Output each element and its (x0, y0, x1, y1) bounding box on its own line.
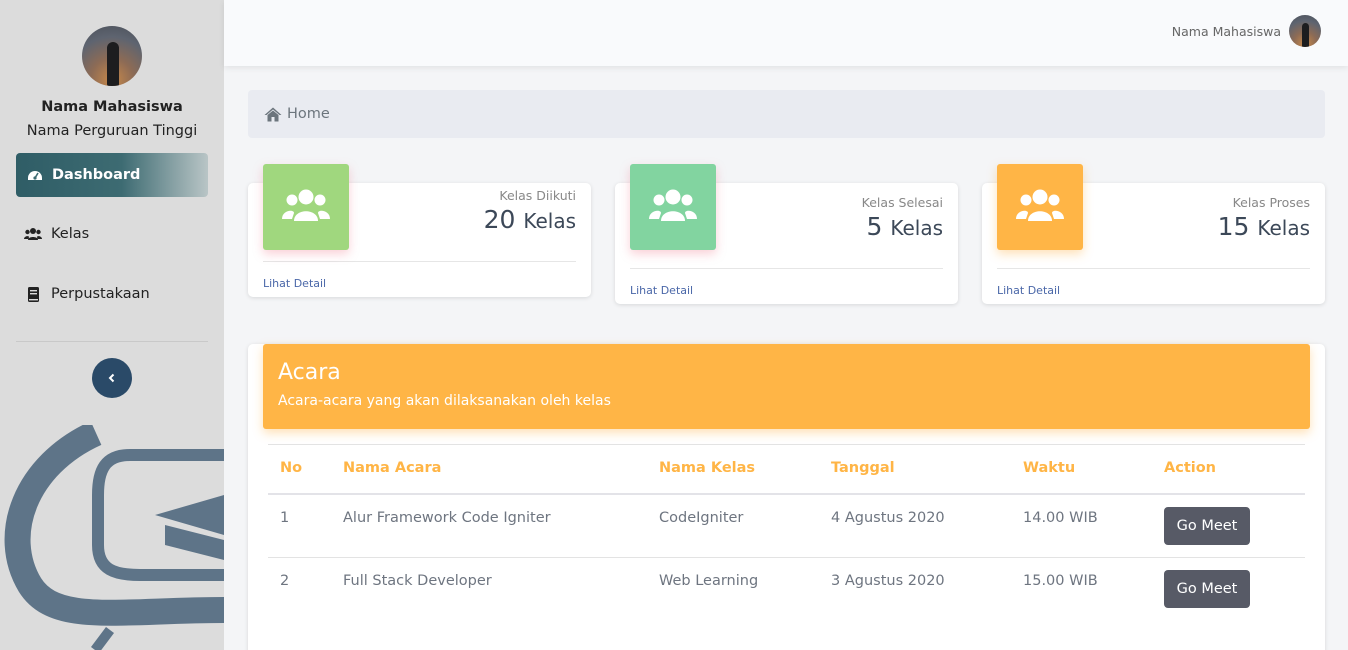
stat-unit: Kelas (523, 209, 576, 233)
sidebar-university: Nama Perguruan Tinggi (26, 123, 198, 139)
cell-no: 2 (280, 573, 290, 589)
topbar-user-name: Nama Mahasiswa (1171, 23, 1281, 39)
cell-nama-acara: Full Stack Developer (343, 573, 492, 589)
column-header-tanggal: Tanggal (831, 460, 895, 476)
table-top-border (268, 444, 1305, 445)
stat-value: 20 (483, 205, 516, 234)
cell-waktu: 15.00 WIB (1023, 573, 1098, 589)
users-icon (24, 225, 42, 243)
book-icon (24, 285, 42, 303)
cell-nama-kelas: CodeIgniter (659, 510, 744, 526)
column-header-waktu: Waktu (1023, 460, 1076, 476)
go-meet-button[interactable]: Go Meet (1164, 570, 1250, 608)
breadcrumb: Home (248, 90, 1325, 138)
acara-header: Acara Acara-acara yang akan dilaksanakan… (263, 344, 1310, 429)
logo-watermark (4, 425, 224, 650)
stat-icon-box (263, 164, 349, 250)
stat-caption: Kelas Diikuti (499, 188, 576, 203)
cell-nama-acara: Alur Framework Code Igniter (343, 510, 551, 526)
cell-nama-kelas: Web Learning (659, 573, 759, 589)
users-icon (1016, 188, 1064, 226)
column-header-no: No (280, 460, 303, 476)
lihat-detail-link[interactable]: Lihat Detail (630, 284, 693, 297)
go-meet-button[interactable]: Go Meet (1164, 507, 1250, 545)
stat-caption: Kelas Proses (1232, 195, 1310, 210)
users-icon (282, 188, 330, 226)
stat-value: 5 (866, 212, 883, 241)
sidebar-item-kelas[interactable]: Kelas (24, 225, 89, 243)
avatar[interactable] (1289, 15, 1321, 47)
stat-unit: Kelas (1257, 216, 1310, 240)
lihat-detail-link[interactable]: Lihat Detail (997, 284, 1060, 297)
stat-icon-box (997, 164, 1083, 250)
cell-tanggal: 3 Agustus 2020 (831, 573, 945, 589)
tachometer-icon (26, 166, 44, 184)
stat-unit: Kelas (890, 216, 943, 240)
user-menu[interactable]: Nama Mahasiswa (1172, 15, 1321, 47)
acara-subtitle: Acara-acara yang akan dilaksanakan oleh … (278, 393, 611, 409)
sidebar-user-name: Nama Mahasiswa (41, 99, 183, 115)
chevron-left-icon (103, 369, 121, 387)
column-header-action: Action (1164, 460, 1217, 476)
sidebar-avatar (82, 26, 142, 86)
breadcrumb-home-link[interactable]: Home (287, 106, 330, 122)
row-divider (268, 557, 1305, 558)
sidebar-divider (16, 341, 208, 342)
table-header-divider (268, 493, 1305, 495)
sidebar-item-label: Perpustakaan (51, 286, 150, 302)
sidebar-item-perpustakaan[interactable]: Perpustakaan (24, 285, 150, 303)
cell-tanggal: 4 Agustus 2020 (831, 510, 945, 526)
column-header-nama-acara: Nama Acara (343, 460, 442, 476)
lihat-detail-link[interactable]: Lihat Detail (263, 277, 326, 290)
users-icon (649, 188, 697, 226)
home-icon (264, 105, 282, 123)
sidebar-item-dashboard[interactable]: Dashboard (16, 153, 208, 197)
stat-icon-box (630, 164, 716, 250)
column-header-nama-kelas: Nama Kelas (659, 460, 756, 476)
sidebar-collapse-button[interactable] (92, 358, 132, 398)
acara-title: Acara (278, 360, 341, 385)
sidebar-item-label: Dashboard (52, 167, 141, 183)
cell-no: 1 (280, 510, 290, 526)
cell-waktu: 14.00 WIB (1023, 510, 1098, 526)
sidebar-item-label: Kelas (51, 226, 90, 242)
topbar: Nama Mahasiswa (224, 0, 1348, 66)
sidebar: Nama Mahasiswa Nama Perguruan Tinggi Das… (0, 0, 224, 650)
stat-caption: Kelas Selesai (861, 195, 943, 210)
stat-value: 15 (1217, 212, 1250, 241)
